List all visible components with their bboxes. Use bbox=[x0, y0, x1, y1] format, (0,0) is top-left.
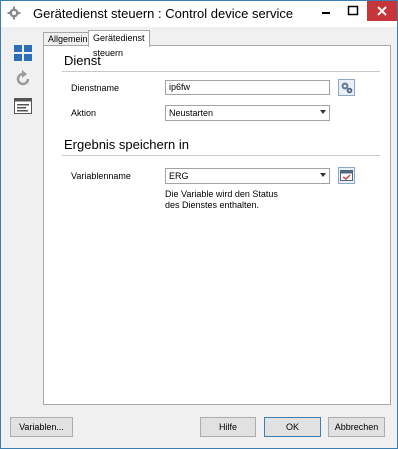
variables-button[interactable]: Variablen... bbox=[10, 417, 73, 437]
divider bbox=[62, 155, 380, 156]
variable-name-value: ERG bbox=[169, 171, 189, 181]
minimize-icon bbox=[322, 12, 330, 14]
title-bar: Gerätedienst steuern : Control device se… bbox=[1, 1, 397, 27]
hint-line: Die Variable wird den Status bbox=[165, 189, 278, 199]
grid-icon[interactable] bbox=[13, 43, 33, 63]
help-button[interactable]: Hilfe bbox=[200, 417, 256, 437]
chevron-down-icon bbox=[320, 173, 326, 177]
service-name-input[interactable]: ip6fw bbox=[165, 80, 330, 95]
gear-icon bbox=[7, 6, 21, 20]
ok-button[interactable]: OK bbox=[264, 417, 321, 437]
variable-name-label: Variablenname bbox=[71, 171, 131, 181]
browse-services-button[interactable] bbox=[338, 79, 355, 96]
action-select[interactable]: Neustarten bbox=[165, 105, 330, 121]
dialog-window: Gerätedienst steuern : Control device se… bbox=[0, 0, 398, 449]
refresh-icon[interactable] bbox=[13, 69, 33, 89]
tab-allgemein[interactable]: Allgemein bbox=[43, 32, 93, 46]
close-icon bbox=[377, 6, 387, 16]
tab-panel: Dienst Dienstname ip6fw Aktion Neustarte… bbox=[43, 45, 391, 405]
action-select-value: Neustarten bbox=[169, 108, 214, 118]
variable-picker-icon bbox=[340, 170, 353, 181]
hint-line: des Dienstes enthalten. bbox=[165, 200, 260, 210]
service-name-label: Dienstname bbox=[71, 83, 120, 93]
tab-geraetedienst-steuern[interactable]: Gerätedienst steuern bbox=[88, 30, 150, 58]
cancel-button[interactable]: Abbrechen bbox=[328, 417, 385, 437]
maximize-icon bbox=[347, 5, 359, 16]
window-title: Gerätedienst steuern : Control device se… bbox=[33, 6, 294, 21]
variable-name-select[interactable]: ERG bbox=[165, 168, 330, 184]
variable-picker-button[interactable] bbox=[338, 167, 355, 184]
minimize-button[interactable] bbox=[313, 1, 339, 21]
divider bbox=[62, 71, 380, 72]
chevron-down-icon bbox=[320, 110, 326, 114]
gears-icon bbox=[341, 82, 353, 94]
maximize-button[interactable] bbox=[340, 1, 366, 21]
variable-hint-text: Die Variable wird den Status des Dienste… bbox=[165, 189, 305, 211]
section-heading-result: Ergebnis speichern in bbox=[64, 137, 190, 152]
action-label: Aktion bbox=[71, 108, 97, 118]
properties-icon[interactable] bbox=[13, 96, 33, 116]
close-button[interactable] bbox=[367, 1, 397, 21]
